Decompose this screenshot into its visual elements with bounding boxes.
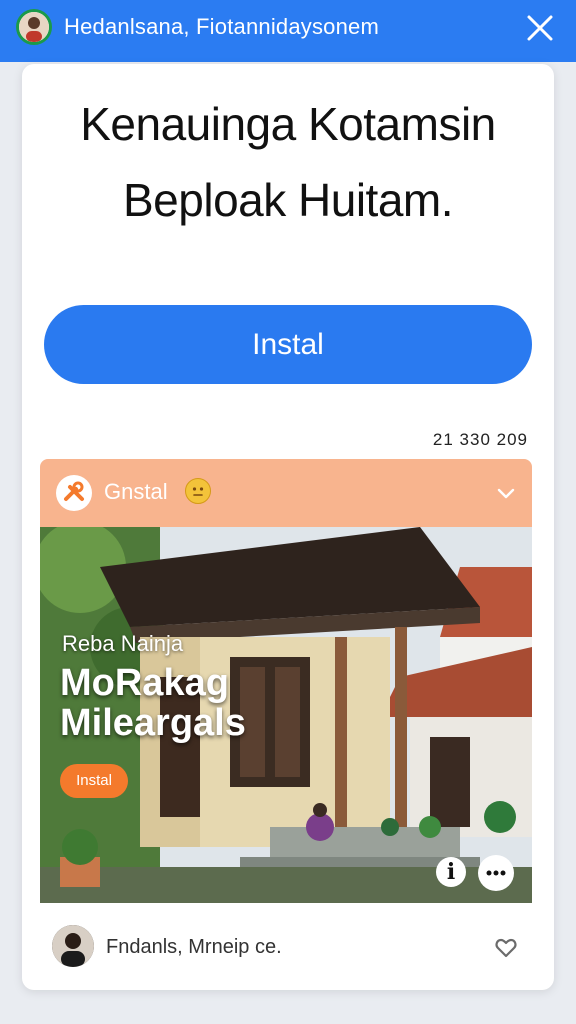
headline-line-1: Kenauinga Kotamsin xyxy=(80,98,496,150)
more-icon[interactable] xyxy=(478,855,514,891)
headline: Kenauinga Kotamsin Beploak Huitam. xyxy=(22,86,554,238)
header-title: Hedanlsana, Fiotannidaysonem xyxy=(64,14,380,39)
ad-title: MoRakag Mileargals xyxy=(60,663,246,743)
install-button[interactable]: Instal xyxy=(44,305,532,384)
ad-title-line-2: Mileargals xyxy=(60,702,246,744)
ad-header: Gnstal xyxy=(40,459,532,527)
tools-logo-icon xyxy=(56,475,92,511)
info-icon[interactable]: i xyxy=(436,857,466,887)
heart-icon[interactable] xyxy=(494,936,518,960)
ad-title-line-1: MoRakag xyxy=(60,662,229,704)
ad-image[interactable]: Reba Nainja MoRakag Mileargals Instal i xyxy=(40,527,532,903)
ad-header-label: Gnstal xyxy=(104,479,168,504)
footer-avatar[interactable] xyxy=(52,925,94,967)
stamp-text: 21 330 209 xyxy=(432,430,528,449)
ad-install-button[interactable]: Instal xyxy=(60,764,128,798)
footer-name: Fndanls, Mrneip ce. xyxy=(106,936,282,958)
close-icon[interactable] xyxy=(522,10,558,46)
main-card: Kenauinga Kotamsin Beploak Huitam. Insta… xyxy=(22,64,554,990)
face-emoji-icon xyxy=(185,478,211,504)
headline-line-2: Beploak Huitam. xyxy=(123,174,454,226)
chevron-down-icon[interactable] xyxy=(494,481,518,505)
top-bar: Hedanlsana, Fiotannidaysonem xyxy=(0,0,576,62)
ad-kicker: Reba Nainja xyxy=(62,631,184,656)
user-avatar-icon[interactable] xyxy=(16,9,52,45)
